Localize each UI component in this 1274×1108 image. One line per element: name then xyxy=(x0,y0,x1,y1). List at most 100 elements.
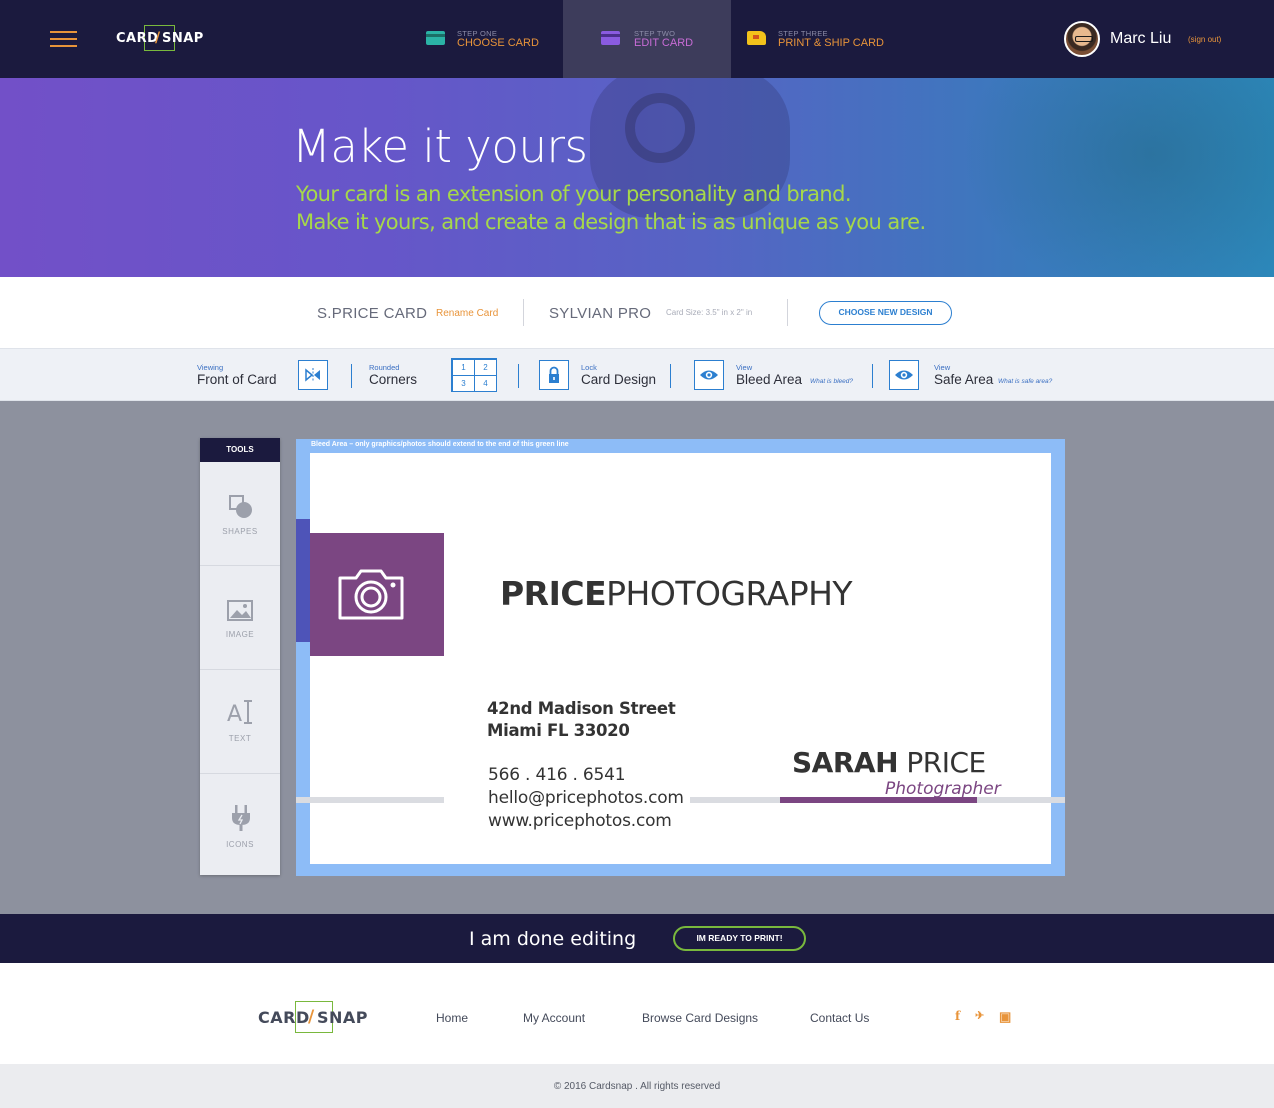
user-avatar[interactable] xyxy=(1064,21,1100,57)
divider xyxy=(787,299,788,326)
footer-link-browse-designs[interactable]: Browse Card Designs xyxy=(642,1011,758,1025)
text-icon: A xyxy=(227,700,252,727)
viewing-label: Viewing xyxy=(197,363,224,372)
camera-block[interactable] xyxy=(310,533,444,656)
hero-foliage xyxy=(960,78,1274,277)
card-icon xyxy=(426,31,445,45)
business-card-canvas[interactable]: PRICEPHOTOGRAPHY 42nd Madison Street Mia… xyxy=(310,453,1051,864)
accent-line-purple[interactable] xyxy=(780,797,977,803)
email-address[interactable]: hello@pricephotos.com xyxy=(488,788,684,808)
view-options-bar: Viewing Front of Card Rounded Corners 1 … xyxy=(0,348,1274,401)
corner-1[interactable]: 1 xyxy=(452,359,475,376)
editor-workspace: TOOLS SHAPES IMAGE A TEXT ICONS Bleed Ar… xyxy=(0,401,1274,914)
logo[interactable]: CARD / SNAP xyxy=(116,23,203,53)
corner-3[interactable]: 3 xyxy=(452,375,475,392)
flip-card-button[interactable] xyxy=(298,360,328,390)
person-role[interactable]: Photographer xyxy=(885,779,1001,799)
image-icon xyxy=(227,600,253,621)
business-name-light: PHOTOGRAPHY xyxy=(606,574,853,613)
divider xyxy=(351,364,352,388)
ready-to-print-button[interactable]: IM READY TO PRINT! xyxy=(673,926,806,951)
rounded-label: Rounded xyxy=(369,363,400,372)
choose-new-design-button[interactable]: CHOOSE NEW DESIGN xyxy=(819,301,952,325)
divider xyxy=(670,364,671,388)
lock-icon xyxy=(549,366,559,383)
tool-text[interactable]: A TEXT xyxy=(200,670,280,773)
last-name: PRICE xyxy=(906,746,986,779)
bleed-label: View xyxy=(736,363,753,372)
footer-link-home[interactable]: Home xyxy=(436,1011,468,1025)
divider xyxy=(523,299,524,326)
logo-text-card: CARD xyxy=(116,31,159,46)
logo-bolt: / xyxy=(155,30,161,46)
corner-4[interactable]: 4 xyxy=(474,375,497,392)
hero-camera-lens xyxy=(625,93,695,163)
view-safe-area-button[interactable] xyxy=(889,360,919,390)
bleed-area: Bleed Area – only graphics/photos should… xyxy=(296,439,1065,876)
rounded-corners-selector[interactable]: 1 2 3 4 xyxy=(451,358,497,392)
twitter-icon[interactable]: ✈ xyxy=(975,1009,984,1022)
logo-text-snap: SNAP xyxy=(162,31,204,46)
instagram-icon[interactable]: ▣ xyxy=(999,1009,1011,1025)
hero-subtitle-line-2: Make it yours, and create a design that … xyxy=(296,210,926,234)
step-title: PRINT & SHIP CARD xyxy=(778,37,884,49)
logo-text-snap: SNAP xyxy=(317,1008,369,1027)
viewing-value: Front of Card xyxy=(197,372,277,387)
logo-text-card: CARD xyxy=(258,1008,310,1027)
tools-header: TOOLS xyxy=(200,438,280,462)
tool-shapes[interactable]: SHAPES xyxy=(200,462,280,565)
what-is-bleed-link[interactable]: What is bleed? xyxy=(810,378,853,385)
footer-link-contact[interactable]: Contact Us xyxy=(810,1011,869,1025)
step-print-ship[interactable]: STEP THREE PRINT & SHIP CARD xyxy=(731,0,901,78)
footer-logo[interactable]: CARD / SNAP xyxy=(258,1000,368,1034)
footer: CARD / SNAP Home My Account Browse Card … xyxy=(0,963,1274,1064)
website[interactable]: www.pricephotos.com xyxy=(488,811,672,831)
lock-design-button[interactable] xyxy=(539,360,569,390)
facebook-icon[interactable]: f xyxy=(955,1009,960,1023)
camera-icon xyxy=(338,569,404,620)
step-edit-card[interactable]: STEP TWO EDIT CARD xyxy=(563,0,731,78)
card-name: S.PRICE CARD xyxy=(317,305,428,322)
bleed-area-note: Bleed Area – only graphics/photos should… xyxy=(311,441,569,448)
plug-icon xyxy=(232,805,250,831)
card-info-bar: S.PRICE CARD Rename Card SYLVIAN PRO Car… xyxy=(0,277,1274,348)
tool-label: SHAPES xyxy=(222,527,258,536)
safe-value: Safe Area xyxy=(934,372,994,387)
accent-line-left[interactable] xyxy=(310,797,444,803)
sign-out-link[interactable]: (sign out) xyxy=(1188,35,1221,44)
tool-icons[interactable]: ICONS xyxy=(200,774,280,875)
person-name[interactable]: SARAH PRICE xyxy=(792,746,986,779)
design-name: SYLVIAN PRO xyxy=(549,305,652,322)
user-name: Marc Liu xyxy=(1110,30,1172,47)
what-is-safe-area-link[interactable]: What is safe area? xyxy=(998,378,1052,385)
step-choose-card[interactable]: STEP ONE CHOOSE CARD xyxy=(410,0,560,78)
corner-2[interactable]: 2 xyxy=(474,359,497,376)
flip-icon xyxy=(305,368,320,382)
business-name[interactable]: PRICEPHOTOGRAPHY xyxy=(500,574,853,613)
edit-card-icon xyxy=(601,31,620,45)
address-line-1[interactable]: 42nd Madison Street xyxy=(487,699,676,718)
hero-banner: Make it yours Your card is an extension … xyxy=(0,78,1274,277)
hero-title: Make it yours xyxy=(292,120,588,173)
divider xyxy=(518,364,519,388)
step-title: CHOOSE CARD xyxy=(457,37,539,49)
truck-icon xyxy=(747,31,766,45)
footer-link-my-account[interactable]: My Account xyxy=(523,1011,585,1025)
bleed-line-right xyxy=(1051,797,1065,803)
rename-card-link[interactable]: Rename Card xyxy=(436,308,498,319)
bleed-value: Bleed Area xyxy=(736,372,803,387)
eye-icon xyxy=(895,370,913,380)
bleed-line-left xyxy=(296,797,310,803)
copyright: © 2016 Cardsnap . All rights reserved xyxy=(0,1064,1274,1108)
hamburger-menu-icon[interactable] xyxy=(50,31,77,47)
tool-image[interactable]: IMAGE xyxy=(200,566,280,669)
phone-number[interactable]: 566 . 416 . 6541 xyxy=(488,765,626,785)
view-bleed-button[interactable] xyxy=(694,360,724,390)
divider xyxy=(872,364,873,388)
eye-icon xyxy=(700,370,718,380)
card-size: Card Size: 3.5" in x 2" in xyxy=(666,308,753,317)
hero-subtitle-line-1: Your card is an extension of your person… xyxy=(296,182,852,206)
tool-label: TEXT xyxy=(228,734,252,743)
address-line-2[interactable]: Miami FL 33020 xyxy=(487,721,630,740)
done-editing-text: I am done editing xyxy=(469,928,637,950)
